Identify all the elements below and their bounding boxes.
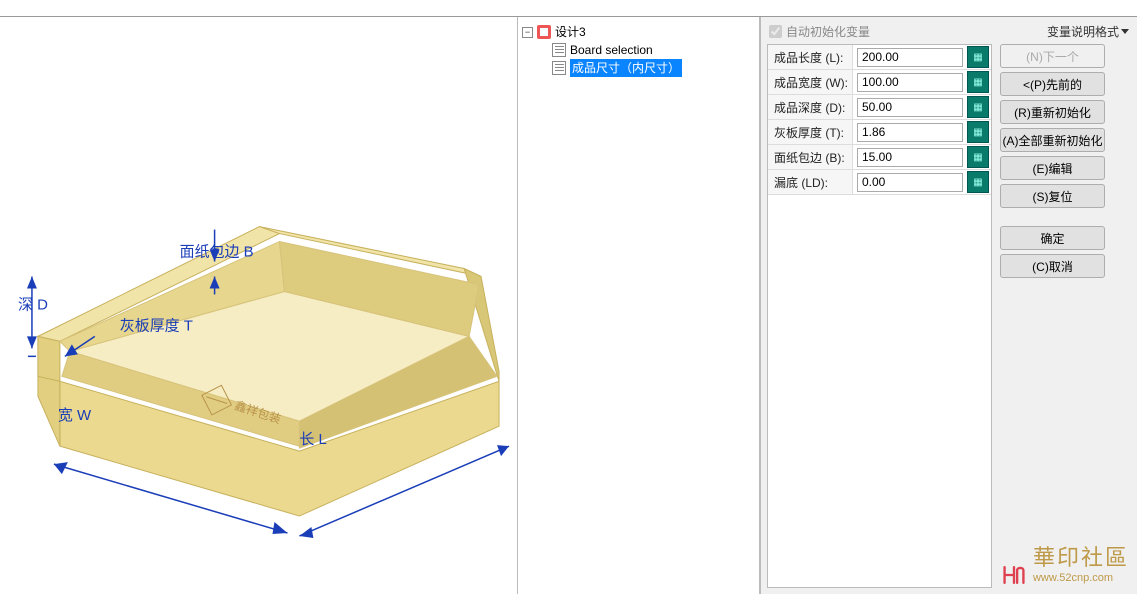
reinit-button[interactable]: (R)重新初始化 <box>1000 100 1105 124</box>
param-label: 漏底 (LD): <box>768 170 853 194</box>
tree-selected-label: 成品尺寸（内尺寸） <box>570 59 682 77</box>
param-row: 成品宽度 (W): ▦ <box>768 70 991 95</box>
ann-thickness: 灰板厚度 T <box>120 317 193 335</box>
watermark-url: www.52cnp.com <box>1033 572 1129 584</box>
param-calc-button[interactable]: ▦ <box>967 146 989 168</box>
tree-board-selection[interactable]: Board selection <box>522 41 755 59</box>
ann-length: 长 L <box>299 431 326 448</box>
param-label: 成品深度 (D): <box>768 95 853 119</box>
param-input[interactable] <box>857 148 963 167</box>
tree-selected[interactable]: 成品尺寸（内尺寸） <box>522 59 755 77</box>
watermark-text: 華印社區 <box>1033 540 1129 572</box>
param-label: 成品宽度 (W): <box>768 70 853 94</box>
design-icon <box>537 25 551 39</box>
param-label: 灰板厚度 (T): <box>768 120 853 144</box>
param-calc-button[interactable]: ▦ <box>967 96 989 118</box>
param-row: 成品深度 (D): ▦ <box>768 95 991 120</box>
param-calc-button[interactable]: ▦ <box>967 121 989 143</box>
ann-depth: 深 D <box>18 297 48 314</box>
param-row: 漏底 (LD): ▦ <box>768 170 991 195</box>
param-row: 面纸包边 (B): ▦ <box>768 145 991 170</box>
format-dropdown[interactable]: 变量说明格式 <box>1047 23 1129 40</box>
tree-root-label: 设计3 <box>555 23 586 41</box>
tree-root[interactable]: − 设计3 <box>522 23 755 41</box>
ann-wrap: 面纸包边 B <box>180 244 254 261</box>
param-input[interactable] <box>857 48 963 67</box>
cancel-button[interactable]: (C)取消 <box>1000 254 1105 278</box>
param-label: 面纸包边 (B): <box>768 145 853 169</box>
param-input[interactable] <box>857 73 963 92</box>
auto-init-checkbox[interactable]: 自动初始化变量 <box>769 23 870 40</box>
title-bar <box>0 0 1137 16</box>
ann-width: 宽 W <box>58 407 92 424</box>
param-calc-button[interactable]: ▦ <box>967 46 989 68</box>
param-grid: 成品长度 (L): ▦ 成品宽度 (W): ▦ 成品深度 (D): ▦ 灰板厚度 (T): ▦… <box>767 44 992 588</box>
param-calc-button[interactable]: ▦ <box>967 71 989 93</box>
auto-init-label: 自动初始化变量 <box>786 23 870 40</box>
edit-button[interactable]: (E)编辑 <box>1000 156 1105 180</box>
next-button[interactable]: (N)下一个 <box>1000 44 1105 68</box>
param-input[interactable] <box>857 173 963 192</box>
reset-button[interactable]: (S)复位 <box>1000 184 1105 208</box>
param-row: 灰板厚度 (T): ▦ <box>768 120 991 145</box>
prev-button[interactable]: <(P)先前的 <box>1000 72 1105 96</box>
reinit-all-button[interactable]: (A)全部重新初始化 <box>1000 128 1105 152</box>
param-row: 成品长度 (L): ▦ <box>768 45 991 70</box>
param-input[interactable] <box>857 123 963 142</box>
param-panel: 自动初始化变量 变量说明格式 成品长度 (L):▦成品宽度 (W):▦成品深度 … <box>760 17 1137 594</box>
chevron-down-icon <box>1121 29 1129 34</box>
collapse-icon[interactable]: − <box>522 27 533 38</box>
watermark: 華印社區 www.52cnp.com <box>1001 540 1129 586</box>
preview-3d[interactable]: 鑫祥包装 长 L 宽 W 深 D <box>0 17 518 594</box>
watermark-logo-icon <box>1001 564 1027 586</box>
tree-panel: − 设计3 Board selection 成品尺寸（内尺寸） <box>518 17 760 594</box>
param-calc-button[interactable]: ▦ <box>967 171 989 193</box>
doc-icon <box>552 43 566 57</box>
tree-board-label: Board selection <box>570 41 653 59</box>
doc-icon <box>552 61 566 75</box>
ok-button[interactable]: 确定 <box>1000 226 1105 250</box>
param-label: 成品长度 (L): <box>768 45 853 69</box>
param-input[interactable] <box>857 98 963 117</box>
